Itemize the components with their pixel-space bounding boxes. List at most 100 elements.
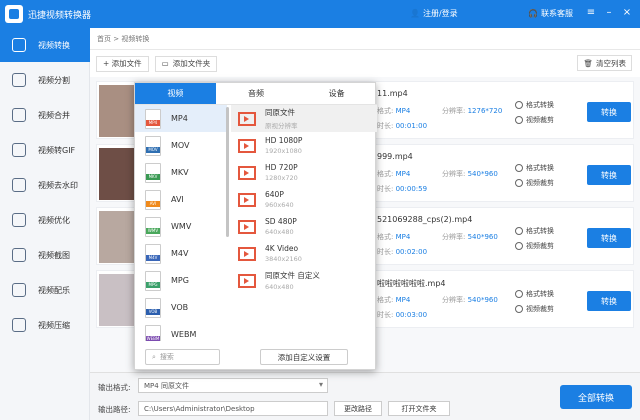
sidebar-item-video-music[interactable]: 视频配乐: [0, 273, 90, 307]
scissors-icon: [515, 242, 523, 250]
add-file-button[interactable]: + 添加文件: [96, 55, 149, 72]
format-item-webm[interactable]: WEBM WEBM: [135, 321, 227, 341]
screenshot-icon: [12, 248, 26, 262]
avi-file-icon: AVI: [145, 189, 161, 210]
gear-icon: [515, 290, 523, 298]
film-icon: [238, 192, 256, 207]
format-convert-link[interactable]: 格式转换: [515, 226, 554, 236]
mpg-file-icon: MPG: [145, 270, 161, 291]
tab-audio[interactable]: 音频: [216, 83, 297, 104]
add-folder-button[interactable]: ▭ 添加文件夹: [154, 55, 218, 72]
compress-icon: [12, 318, 26, 332]
film-icon: [238, 165, 256, 180]
film-icon: [238, 138, 256, 153]
resolution-item[interactable]: 4K Video 3840x2160: [231, 240, 377, 267]
sidebar-item-video-merge[interactable]: 视频合并: [0, 98, 90, 132]
tab-device[interactable]: 设备: [296, 83, 377, 104]
minimize-icon[interactable]: –: [602, 6, 616, 20]
format-item-m4v[interactable]: M4V M4V: [135, 240, 227, 267]
format-convert-link[interactable]: 格式转换: [515, 163, 554, 173]
app-title: 迅捷视频转换器: [28, 11, 92, 21]
resolution-item[interactable]: 640P 960x640: [231, 186, 377, 213]
resolution-item[interactable]: 同原文件 自定义 640x480: [231, 267, 377, 294]
resolution-item[interactable]: 同原文件 原视分辨率: [231, 105, 377, 132]
login-link[interactable]: 👤 注册/登录: [410, 8, 458, 19]
sidebar-item-video-compress[interactable]: 视频压缩: [0, 308, 90, 342]
sidebar-item-remove-watermark[interactable]: 视频去水印: [0, 168, 90, 202]
menu-icon[interactable]: ≡: [584, 6, 598, 20]
sidebar-item-video-split[interactable]: 视频分割: [0, 63, 90, 97]
watermark-icon: [12, 178, 26, 192]
convert-icon: [12, 38, 26, 52]
resolution-list: 同原文件 原视分辨率 HD 1080P 1920x1080 HD 720P 1280x…: [231, 105, 377, 341]
format-item-avi[interactable]: AVI AVI: [135, 186, 227, 213]
clear-list-button[interactable]: 🗑 清空列表: [577, 55, 632, 71]
mov-file-icon: MOV: [145, 135, 161, 156]
change-path-button[interactable]: 更改路径: [334, 401, 382, 416]
video-crop-link[interactable]: 视频裁剪: [515, 241, 554, 251]
resolution-item[interactable]: HD 720P 1280x720: [231, 159, 377, 186]
format-item-mpg[interactable]: MPG MPG: [135, 267, 227, 294]
format-tabs: 视频 音频 设备: [135, 83, 377, 105]
scissors-icon: [515, 116, 523, 124]
format-item-mov[interactable]: MOV MOV: [135, 132, 227, 159]
app-logo-icon: [5, 5, 23, 23]
sidebar-item-video-screenshot[interactable]: 视频截图: [0, 238, 90, 272]
close-icon[interactable]: ×: [620, 6, 634, 20]
output-panel: 输出格式: MP4 同原文件 输出路径: C:\Users\Administra…: [90, 372, 640, 420]
format-popup: 视频 音频 设备 MP4 MP4 MOV MOV MKV MKV AVI AVI WMV…: [134, 82, 377, 370]
open-folder-button[interactable]: 打开文件夹: [388, 401, 450, 416]
merge-icon: [12, 108, 26, 122]
format-item-mp4[interactable]: MP4 MP4: [135, 105, 227, 132]
output-format-label: 输出格式:: [98, 383, 131, 392]
format-list: MP4 MP4 MOV MOV MKV MKV AVI AVI WMV WMV M4V M4…: [135, 105, 227, 341]
video-crop-link[interactable]: 视频裁剪: [515, 304, 554, 314]
video-crop-link[interactable]: 视频裁剪: [515, 178, 554, 188]
output-format-select[interactable]: MP4 同原文件: [138, 378, 328, 393]
sidebar: 视频转换 视频分割 视频合并 视频转GIF 视频去水印 视频优化 视频截图 视频…: [0, 28, 90, 420]
film-icon: [238, 111, 256, 126]
format-item-vob[interactable]: VOB VOB: [135, 294, 227, 321]
format-item-mkv[interactable]: MKV MKV: [135, 159, 227, 186]
format-list-scrollbar[interactable]: [226, 107, 229, 237]
folder-icon: ▭: [161, 59, 169, 68]
format-convert-link[interactable]: 格式转换: [515, 289, 554, 299]
film-icon: [238, 273, 256, 288]
wmv-file-icon: WMV: [145, 216, 161, 237]
mp4-file-icon: MP4: [145, 108, 161, 129]
resolution-item[interactable]: HD 1080P 1920x1080: [231, 132, 377, 159]
film-icon: [238, 246, 256, 261]
add-custom-setting-button[interactable]: 添加自定义设置: [260, 349, 348, 365]
convert-button[interactable]: 转换: [587, 165, 631, 185]
vob-file-icon: VOB: [145, 297, 161, 318]
file-name: 11.mp4: [377, 89, 408, 98]
format-item-wmv[interactable]: WMV WMV: [135, 213, 227, 240]
music-icon: [12, 283, 26, 297]
optimize-icon: [12, 213, 26, 227]
sidebar-item-video-convert[interactable]: 视频转换: [0, 28, 90, 62]
file-name: 999.mp4: [377, 152, 413, 161]
convert-button[interactable]: 转换: [587, 102, 631, 122]
output-path-label: 输出路径:: [98, 405, 131, 414]
trash-icon: 🗑: [583, 58, 593, 68]
sidebar-item-video-gif[interactable]: 视频转GIF: [0, 133, 90, 167]
format-convert-link[interactable]: 格式转换: [515, 100, 554, 110]
format-search-input[interactable]: ⌕ 搜索: [145, 349, 220, 365]
file-name: 521069288_cps(2).mp4: [377, 215, 473, 224]
user-icon: 👤: [410, 9, 420, 18]
support-link[interactable]: 🎧 联系客服: [528, 8, 573, 19]
video-crop-link[interactable]: 视频裁剪: [515, 115, 554, 125]
gif-icon: [12, 143, 26, 157]
m4v-file-icon: M4V: [145, 243, 161, 264]
convert-button[interactable]: 转换: [587, 228, 631, 248]
gear-icon: [515, 101, 523, 109]
convert-button[interactable]: 转换: [587, 291, 631, 311]
resolution-item[interactable]: SD 480P 640x480: [231, 213, 377, 240]
split-icon: [12, 73, 26, 87]
convert-all-button[interactable]: 全部转换: [560, 385, 632, 409]
tab-video[interactable]: 视频: [135, 83, 216, 104]
toolbar: + 添加文件 ▭ 添加文件夹 🗑 清空列表: [90, 51, 640, 76]
sidebar-item-video-optimize[interactable]: 视频优化: [0, 203, 90, 237]
output-path-field[interactable]: C:\Users\Administrator\Desktop: [138, 401, 328, 416]
scissors-icon: [515, 305, 523, 313]
